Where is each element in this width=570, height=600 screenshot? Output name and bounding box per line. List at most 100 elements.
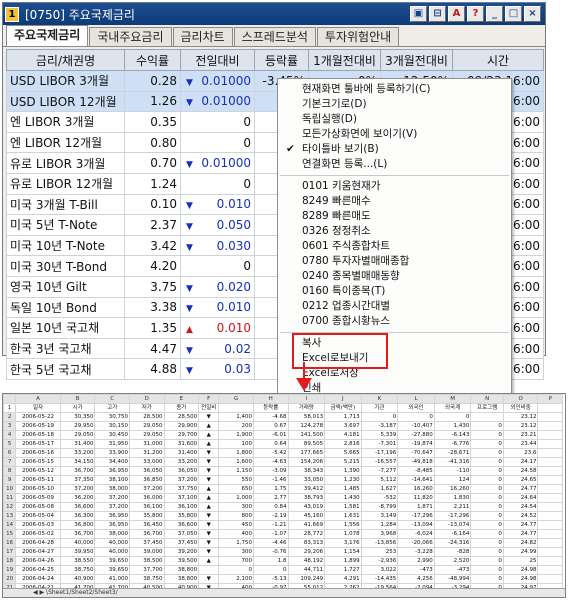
excel-row-number[interactable]: 7 xyxy=(3,457,17,467)
excel-cell[interactable]: 154,206 xyxy=(287,457,326,467)
excel-cell[interactable]: 1,631 xyxy=(324,511,362,521)
excel-cell[interactable]: 0 xyxy=(470,484,504,494)
excel-cell[interactable]: 39,412 xyxy=(287,484,326,494)
help-button[interactable]: ? xyxy=(467,6,484,22)
menu-item[interactable]: 모든가상화면에 보이기(V) xyxy=(278,127,511,142)
excel-cell[interactable]: 0 xyxy=(470,493,504,503)
excel-cell[interactable]: 16,260 xyxy=(397,484,435,494)
column-header[interactable]: 수익률 xyxy=(124,49,181,71)
excel-header-cell[interactable]: 일자 xyxy=(15,403,61,413)
maximize-button[interactable]: □ xyxy=(505,6,522,22)
excel-cell[interactable]: 24.77 xyxy=(502,529,539,539)
excel-cell[interactable]: 23.21 xyxy=(502,430,539,440)
column-header[interactable]: 시간 xyxy=(452,49,544,71)
excel-column-letter[interactable]: C xyxy=(94,394,130,404)
menu-item-screen-link[interactable]: 0601 주식종합차트 xyxy=(278,239,511,254)
excel-cell[interactable]: 31,950 xyxy=(94,439,130,449)
excel-cell[interactable]: -6.01 xyxy=(252,430,289,440)
excel-header-cell[interactable] xyxy=(218,403,254,413)
excel-cell[interactable]: -20,066 xyxy=(397,538,435,548)
excel-cell[interactable]: -14,435 xyxy=(360,574,399,584)
excel-cell[interactable]: 1,750 xyxy=(218,538,254,548)
excel-cell[interactable]: 2006-04-24 xyxy=(15,574,61,584)
excel-cell[interactable]: 16,260 xyxy=(433,484,472,494)
excel-cell[interactable]: 24.54 xyxy=(502,502,539,512)
excel-cell[interactable]: 36,800 xyxy=(59,520,96,530)
excel-cell[interactable]: 37,350 xyxy=(59,475,96,485)
excel-cell[interactable]: 39,650 xyxy=(94,565,130,575)
excel-cell[interactable]: 2006-05-19 xyxy=(15,421,61,431)
excel-cell[interactable]: 45,160 xyxy=(287,511,326,521)
excel-cell[interactable]: ▼ xyxy=(198,520,220,530)
excel-cell[interactable]: 24.58 xyxy=(502,466,539,476)
column-header[interactable]: 전일대비 xyxy=(180,49,255,71)
excel-cell[interactable]: 36,300 xyxy=(59,511,96,521)
excel-cell[interactable]: 30,750 xyxy=(94,412,130,422)
excel-cell[interactable]: ▼ xyxy=(198,574,220,584)
excel-cell[interactable]: 1,713 xyxy=(324,412,362,422)
excel-cell[interactable]: -4.68 xyxy=(252,412,289,422)
excel-cell[interactable]: 2006-05-11 xyxy=(15,475,61,485)
excel-cell[interactable]: 0 xyxy=(470,511,504,521)
excel-cell[interactable]: 36,700 xyxy=(59,529,96,539)
excel-cell[interactable]: 31,200 xyxy=(129,448,165,458)
excel-cell[interactable] xyxy=(537,538,563,548)
excel-cell[interactable]: ▼ xyxy=(198,412,220,422)
excel-cell[interactable]: 24.64 xyxy=(502,493,539,503)
excel-cell[interactable]: -110 xyxy=(433,466,472,476)
excel-cell[interactable]: 36,600 xyxy=(163,520,200,530)
excel-cell[interactable]: 0 xyxy=(470,574,504,584)
excel-cell[interactable]: -6,024 xyxy=(397,529,435,539)
excel-cell[interactable]: 1,000 xyxy=(218,493,254,503)
excel-cell[interactable]: 36,450 xyxy=(129,520,165,530)
excel-cell[interactable]: -1.21 xyxy=(252,520,289,530)
excel-cell[interactable]: 29,206 xyxy=(287,547,326,557)
excel-cell[interactable] xyxy=(537,484,563,494)
excel-cell[interactable]: ▼ xyxy=(198,538,220,548)
excel-cell[interactable]: 43,019 xyxy=(287,502,326,512)
excel-cell[interactable]: 28,500 xyxy=(129,412,165,422)
excel-header-cell[interactable] xyxy=(537,403,563,413)
excel-cell[interactable]: -7,301 xyxy=(360,439,399,449)
excel-row-number[interactable]: 10 xyxy=(3,484,17,494)
excel-cell[interactable]: 1,078 xyxy=(324,529,362,539)
excel-cell[interactable]: 124 xyxy=(433,475,472,485)
excel-cell[interactable]: ▼ xyxy=(198,547,220,557)
excel-cell[interactable]: -13,094 xyxy=(397,520,435,530)
excel-row-number[interactable]: 8 xyxy=(3,466,17,476)
menu-item[interactable]: 연결화면 등록...(L) xyxy=(278,157,511,172)
excel-cell[interactable]: -3.09 xyxy=(252,466,289,476)
excel-cell[interactable]: -41,316 xyxy=(433,457,472,467)
excel-cell[interactable]: 28,500 xyxy=(163,412,200,422)
excel-cell[interactable]: 35,800 xyxy=(129,511,165,521)
excel-cell[interactable]: 2006-04-28 xyxy=(15,538,61,548)
excel-cell[interactable]: 36,100 xyxy=(163,502,200,512)
excel-cell[interactable]: 0 xyxy=(470,565,504,575)
excel-cell[interactable]: 1,150 xyxy=(218,466,254,476)
excel-cell[interactable]: 2,100 xyxy=(218,574,254,584)
excel-header-cell[interactable]: 고가 xyxy=(94,403,130,413)
excel-cell[interactable]: -5.13 xyxy=(252,574,289,584)
excel-cell[interactable]: 36,100 xyxy=(129,502,165,512)
excel-cell[interactable]: 650 xyxy=(218,484,254,494)
excel-cell[interactable]: 450 xyxy=(218,520,254,530)
excel-cell[interactable]: 0 xyxy=(218,565,254,575)
excel-cell[interactable]: -19,874 xyxy=(397,439,435,449)
excel-cell[interactable]: 28,772 xyxy=(287,529,326,539)
excel-cell[interactable]: 38,750 xyxy=(59,565,96,575)
excel-cell[interactable]: 2,520 xyxy=(433,556,472,566)
excel-header-cell[interactable]: 프로그램 xyxy=(470,403,504,413)
excel-row-number[interactable]: 19 xyxy=(3,565,17,575)
menu-item-screen-link[interactable]: 0700 종합시황뉴스 xyxy=(278,314,511,329)
excel-cell[interactable]: 40,000 xyxy=(94,547,130,557)
excel-cell[interactable]: 29,050 xyxy=(129,421,165,431)
excel-cell[interactable]: 29,950 xyxy=(59,421,96,431)
excel-cell[interactable]: 36,050 xyxy=(129,466,165,476)
excel-cell[interactable]: 29,700 xyxy=(163,430,200,440)
excel-header-cell[interactable]: 거래량 xyxy=(287,403,326,413)
excel-column-letter[interactable]: L xyxy=(397,394,435,404)
excel-cell[interactable]: 253 xyxy=(360,547,399,557)
excel-cell[interactable]: 37,200 xyxy=(163,475,200,485)
excel-cell[interactable]: -13,074 xyxy=(433,520,472,530)
excel-cell[interactable]: 24.17 xyxy=(502,457,539,467)
